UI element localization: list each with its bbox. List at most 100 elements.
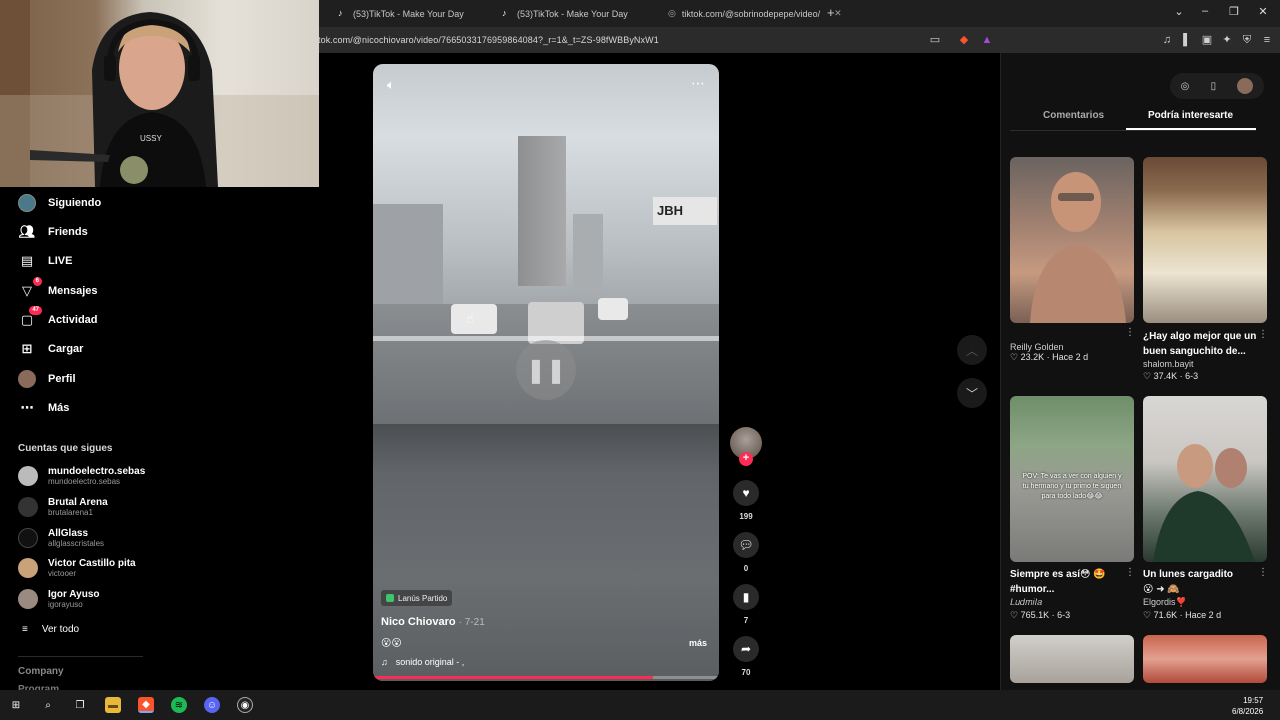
url-field[interactable]: tok.com/@nicochiovaro/video/766503317695… (318, 35, 659, 45)
comment-icon: 💬︎ (733, 532, 759, 558)
nav-more[interactable]: ⋯ Más (18, 397, 70, 419)
brave-shields-icon[interactable]: ◆ (957, 33, 971, 47)
video-player[interactable]: JBH ❚❚ 🔈︎ ⋯ Lanús Partido Nico Chiovaro … (373, 64, 719, 681)
nav-label: Actividad (48, 314, 98, 326)
tiktok-icon: ♪ (338, 8, 343, 18)
save-button[interactable]: ▮ 7 (733, 584, 759, 625)
followed-account[interactable]: Igor Ayuso igorayuso (18, 589, 99, 609)
obs-icon[interactable]: ◉ (237, 697, 253, 713)
nav-label: Perfil (48, 373, 76, 385)
suggestion-meta: ♡ 765.1K · 6-3 (1010, 610, 1071, 620)
location-tag[interactable]: Lanús Partido (381, 590, 453, 606)
followed-account[interactable]: Brutal Arena brutalarena1 (18, 497, 108, 517)
suggestion-more-icon[interactable]: ⋮ (1125, 567, 1135, 578)
suggestion-more-icon[interactable]: ⋮ (1258, 329, 1268, 340)
more-options-icon[interactable]: ⋯ (691, 75, 706, 92)
account-handle: igorayuso (48, 600, 83, 609)
suggestion-thumbnail[interactable]: POV: Te vas a ver con alguien y tu herma… (1010, 396, 1134, 562)
sound-label: sonido original - , (395, 657, 465, 667)
previous-video-button[interactable]: ︿ (957, 335, 987, 365)
follow-plus-icon[interactable]: + (739, 452, 753, 466)
suggestion-thumbnail[interactable] (1143, 396, 1267, 562)
video-author[interactable]: Nico Chiovaro · 7-21 (381, 616, 485, 628)
divider (1010, 130, 1256, 131)
nav-label: Más (48, 402, 70, 414)
mobile-icon[interactable]: ▯ (1211, 81, 1217, 92)
comment-button[interactable]: 💬︎ 0 (733, 532, 759, 573)
account-handle: brutalarena1 (48, 508, 93, 517)
nav-following[interactable]: Siguiendo (18, 192, 101, 214)
tab-list-icon[interactable]: ⌄ (1169, 5, 1189, 18)
close-icon[interactable]: ✕ (834, 8, 842, 19)
tab-suggestions[interactable]: Podría interesarte (1148, 110, 1233, 121)
restore-icon[interactable]: ❐ (1224, 5, 1244, 18)
suggestion-more-icon[interactable]: ⋮ (1125, 327, 1135, 338)
like-button[interactable]: ♥ 199 (733, 480, 759, 521)
webcam-overlay: USSY (0, 0, 319, 187)
nav-upload[interactable]: ⊞ Cargar (18, 338, 84, 360)
cast-icon[interactable]: ▭ (928, 33, 942, 47)
suggestion-thumbnail[interactable] (1143, 157, 1267, 323)
suggestion-meta: ♡ 37.4K · 6-3 (1143, 371, 1199, 381)
menu-icon[interactable]: ≡ (1260, 33, 1274, 47)
followed-account[interactable]: AllGlass allglasscristales (18, 528, 104, 548)
caption-more-link[interactable]: más (689, 638, 707, 648)
new-tab-button[interactable]: + (827, 5, 835, 20)
globe-icon: ◎ (668, 8, 676, 18)
volume-icon[interactable]: 🔈︎ (387, 77, 395, 93)
vpn-icon[interactable]: ⛨ (1240, 33, 1254, 47)
followed-account[interactable]: mundoelectro.sebas mundoelectro.sebas (18, 466, 145, 486)
discord-icon[interactable]: ☺ (204, 697, 220, 713)
compass-icon[interactable]: ◎ (1181, 81, 1190, 92)
nav-friends[interactable]: 👥︎ Friends (18, 221, 88, 243)
heart-icon: ♥ (733, 480, 759, 506)
nav-messages[interactable]: ▽ 6 Mensajes (18, 277, 98, 302)
search-icon[interactable]: ⌕ (40, 697, 56, 713)
windows-start-icon[interactable]: ⊞ (8, 697, 24, 713)
clock-date: 6/8/2026 (1232, 707, 1264, 716)
avatar (18, 466, 38, 486)
brave-browser-icon[interactable]: ◆ (138, 697, 154, 713)
followed-account[interactable]: Victor Castillo pita victooer (18, 558, 136, 578)
share-count: 70 (741, 668, 751, 677)
user-avatar[interactable] (1237, 78, 1254, 94)
media-icon[interactable]: ♫ (1160, 33, 1174, 47)
nav-live[interactable]: ▤ LIVE (18, 250, 73, 272)
clock-time: 19:57 (1243, 696, 1264, 705)
suggestion-thumbnail[interactable] (1143, 635, 1267, 683)
see-all-link[interactable]: ≡ Ver todo (22, 624, 79, 635)
avatar (18, 558, 38, 578)
browser-tab-2[interactable]: ♪ (53)TikTok - Make Your Day (484, 4, 644, 23)
suggestion-thumbnail[interactable] (1010, 157, 1134, 323)
tab-comments[interactable]: Comentarios (1043, 110, 1104, 121)
minimize-icon[interactable]: – (1195, 5, 1215, 17)
nav-profile[interactable]: Perfil (18, 368, 76, 390)
task-view-icon[interactable]: ❐ (72, 697, 88, 713)
suggestion-info: Siempre es así😳 🤩 #humor... 𝐿𝑢𝑑𝑚𝑖𝑙𝑎 ♡ 76… (1010, 567, 1128, 621)
share-button[interactable]: ➦ 70 (733, 636, 759, 677)
nav-label: Cargar (48, 343, 84, 355)
sound-link[interactable]: ♫ sonido original - , (381, 657, 464, 667)
suggestion-thumbnail[interactable] (1010, 635, 1134, 683)
suggestion-more-icon[interactable]: ⋮ (1258, 567, 1268, 578)
company-link[interactable]: Company (18, 666, 64, 677)
wallet-icon[interactable]: ▣ (1200, 33, 1214, 47)
suggestion-emojis: 😮 ➜ 🙈 (1143, 584, 1180, 595)
close-window-icon[interactable]: ✕ (1253, 5, 1273, 18)
tab-title: (53)TikTok - Make Your Day (517, 8, 628, 19)
leo-ai-icon[interactable]: ✦ (1220, 33, 1234, 47)
heart-outline-icon: ♡ (1143, 610, 1154, 620)
heart-outline-icon: ♡ (1010, 352, 1021, 362)
next-video-button[interactable]: ﹀ (957, 378, 987, 408)
suggestion-info: ¿Hay algo mejor que un buen sanguchito d… (1143, 329, 1261, 382)
video-progress-bar[interactable] (373, 676, 719, 679)
browser-tab-3[interactable]: ◎ tiktok.com/@sobrinodepepe/video/ ✕ (650, 4, 842, 23)
tab-title: (53)TikTok - Make Your Day (353, 8, 464, 19)
sidebar-toggle-icon[interactable]: ▌ (1180, 33, 1194, 47)
file-explorer-icon[interactable]: ▬ (105, 697, 121, 713)
browser-tab-1[interactable]: ♪ (53)TikTok - Make Your Day (320, 4, 480, 23)
brave-rewards-icon[interactable]: ▲ (980, 33, 994, 47)
pause-icon[interactable]: ❚❚ (516, 340, 576, 400)
nav-activity[interactable]: ▢ 47 Actividad (18, 306, 98, 331)
spotify-icon[interactable]: ≋ (171, 697, 187, 713)
